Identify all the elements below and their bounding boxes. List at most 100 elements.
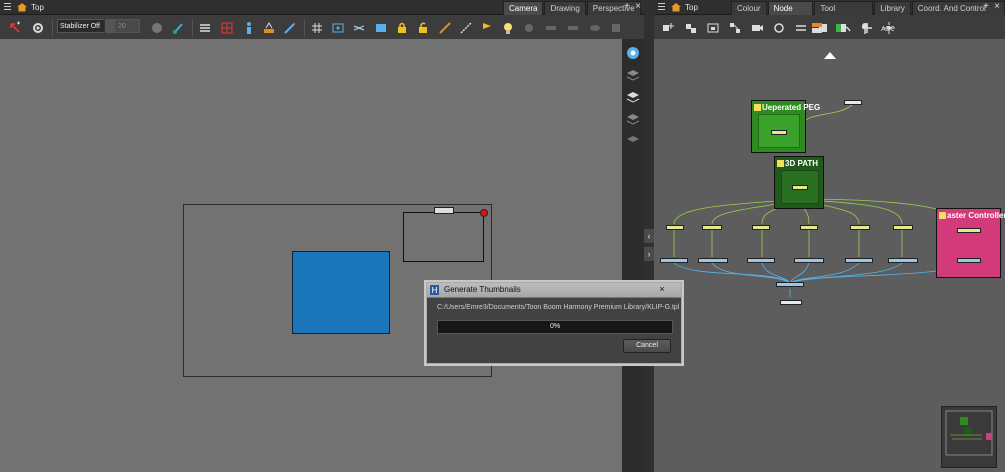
gear-icon[interactable] — [31, 21, 45, 35]
lock-icon[interactable] — [395, 21, 409, 35]
navigator-preview — [945, 410, 993, 456]
layer-icon[interactable] — [625, 67, 641, 83]
grid-red-icon[interactable] — [220, 21, 234, 35]
peg-node[interactable] — [666, 225, 684, 230]
onion-skin-icon[interactable] — [262, 21, 276, 35]
drawing-node[interactable] — [845, 258, 873, 263]
tab-node-view[interactable]: Node View — [767, 1, 814, 26]
tab-colour[interactable]: Colour — [731, 1, 767, 15]
add-tab-icon[interactable]: + — [623, 2, 631, 12]
group-color-swatch — [754, 104, 761, 111]
generate-thumbnails-dialog: H Generate Thumbnails × C:/Users/Emre3/D… — [426, 282, 682, 364]
node-link-icon[interactable] — [728, 21, 742, 35]
controller-output-node[interactable] — [957, 258, 981, 263]
node-group-title: Ueperated PEG — [762, 103, 821, 112]
stabilizer-value-field[interactable]: 20 — [114, 19, 140, 33]
peg-node[interactable] — [844, 100, 862, 105]
peg-node[interactable] — [702, 225, 722, 230]
collapse-right-arrow-icon[interactable]: › — [644, 247, 654, 261]
node-group-title: aster Controller — [947, 211, 1005, 220]
display-node[interactable] — [780, 300, 802, 305]
camera-node-icon[interactable] — [750, 21, 764, 35]
text-node-icon[interactable]: ABC — [880, 21, 894, 35]
camera-view-tabs: Camera Drawing Perspective — [502, 1, 641, 15]
drawing-node[interactable] — [698, 258, 728, 263]
layer-active-icon[interactable] — [625, 89, 641, 105]
add-tab-icon[interactable]: + — [982, 2, 990, 12]
pin-icon[interactable] — [858, 21, 872, 35]
composite-node-icon[interactable] — [794, 21, 808, 35]
tab-perspective[interactable]: Perspective — [586, 1, 641, 15]
pen-tool-icon[interactable] — [283, 21, 297, 35]
dialog-close-button[interactable]: × — [655, 284, 669, 295]
drawing-node[interactable] — [794, 258, 824, 263]
tab-tool-properties[interactable]: Tool Properties — [814, 1, 874, 26]
node-group-master-controller[interactable]: aster Controller — [936, 208, 1005, 278]
blue-drawing-shape[interactable] — [292, 251, 390, 334]
svg-text:ABC: ABC — [881, 25, 894, 33]
close-panel-icon[interactable]: × — [993, 2, 1001, 12]
eye-icon[interactable] — [625, 45, 641, 61]
navigation-arrow-icon — [824, 52, 836, 59]
camera-view-title: Top — [31, 2, 44, 12]
layers-up-icon[interactable] — [198, 21, 212, 35]
hamburger-menu-icon[interactable] — [4, 3, 11, 10]
side-toolbar — [622, 39, 644, 472]
drawing-node[interactable] — [747, 258, 775, 263]
node-group-3d-path[interactable]: 3D PATH — [774, 156, 824, 209]
bulb-icon[interactable] — [501, 21, 515, 35]
person-icon[interactable] — [242, 21, 256, 35]
small-camera-frame[interactable] — [403, 212, 484, 262]
transform-tool-icon[interactable] — [8, 21, 22, 35]
line-icon[interactable] — [459, 21, 473, 35]
chevron-down-icon[interactable] — [104, 19, 114, 33]
collapse-left-arrow-icon[interactable]: ‹ — [644, 229, 654, 243]
drawing-node[interactable] — [660, 258, 688, 263]
camera-view-panel: Top Camera Drawing Perspective + × Stabi… — [0, 0, 650, 472]
close-panel-icon[interactable]: × — [634, 2, 642, 12]
disabled-tool-icon — [568, 26, 578, 30]
tab-camera[interactable]: Camera — [503, 1, 544, 15]
lock-open-icon[interactable] — [416, 21, 430, 35]
peg-node[interactable] — [792, 185, 808, 190]
node-group-icon[interactable] — [706, 21, 720, 35]
red-handle-dot[interactable] — [480, 209, 488, 217]
peg-node[interactable] — [752, 225, 770, 230]
node-add-icon[interactable] — [661, 21, 675, 35]
layer-icon[interactable] — [625, 111, 641, 127]
view-icon[interactable] — [331, 21, 345, 35]
peg-node[interactable] — [800, 225, 818, 230]
tab-library[interactable]: Library — [874, 1, 911, 15]
pencil-icon[interactable] — [438, 21, 452, 35]
flag-icon[interactable] — [480, 21, 494, 35]
peg-node[interactable] — [850, 225, 870, 230]
group-color-swatch — [777, 160, 784, 167]
node-view-navigator[interactable] — [941, 406, 997, 468]
brush-icon[interactable] — [172, 21, 186, 35]
tilt-icon[interactable] — [352, 21, 366, 35]
display-node-icon[interactable] — [772, 21, 786, 35]
node-group-ueperated-peg[interactable]: Ueperated PEG — [751, 100, 820, 153]
controller-node[interactable] — [957, 228, 981, 233]
progress-bar: 0% — [437, 320, 673, 334]
node-peg-icon[interactable] — [684, 21, 698, 35]
dialog-titlebar[interactable]: H Generate Thumbnails × — [427, 283, 681, 298]
tab-coord-control-points[interactable]: Coord. And Control Points — [911, 1, 1005, 26]
svg-text:H: H — [432, 286, 438, 295]
peg-node[interactable] — [771, 130, 787, 135]
composite-node[interactable] — [776, 282, 804, 287]
viewport-icon[interactable] — [374, 21, 388, 35]
peg-node[interactable] — [893, 225, 913, 230]
stabilizer-icon[interactable] — [150, 21, 164, 35]
node-view-panel: Top Colour Node View Tool Properties Lib… — [654, 0, 1005, 472]
library-node-icon[interactable] — [810, 21, 824, 35]
drawing-node[interactable] — [888, 258, 918, 263]
grid-icon[interactable] — [310, 21, 324, 35]
cancel-button[interactable]: Cancel — [623, 339, 671, 353]
harmony-app-icon: H — [430, 285, 439, 295]
tab-drawing[interactable]: Drawing — [544, 1, 586, 15]
layer-icon[interactable] — [625, 133, 641, 149]
home-icon — [17, 3, 27, 12]
hamburger-menu-icon[interactable] — [658, 3, 665, 10]
peg-color-icon[interactable] — [834, 21, 848, 35]
